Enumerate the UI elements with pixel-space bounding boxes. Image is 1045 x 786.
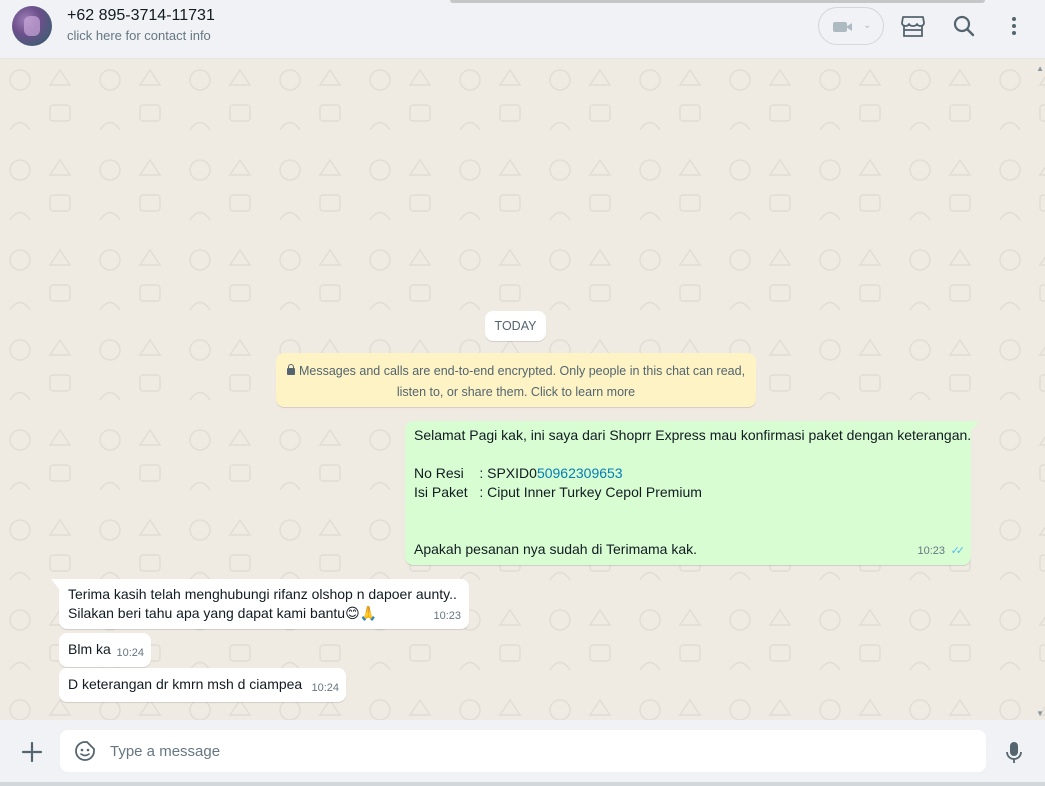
date-separator: TODAY [485, 311, 546, 341]
contact-avatar[interactable] [12, 6, 52, 46]
message-line-resi: No Resi : SPXID050962309653 [414, 464, 962, 483]
message-input[interactable] [110, 740, 970, 762]
menu-button[interactable] [1002, 13, 1026, 39]
bubble-tail [971, 421, 979, 441]
resi-number-link[interactable]: 50962309653 [537, 465, 623, 481]
message-line: Silakan beri tahu apa yang dapat kami ba… [68, 605, 378, 621]
shop-button[interactable] [900, 13, 926, 39]
message-input-box[interactable] [60, 730, 986, 772]
shop-icon [901, 16, 925, 37]
attach-button[interactable] [20, 740, 44, 764]
lock-icon [286, 364, 295, 375]
message-time: 10:24 [311, 682, 339, 694]
chevron-down-icon: ⌄ [863, 20, 872, 31]
search-button[interactable] [951, 13, 977, 39]
message-time: 10:24 [116, 647, 144, 659]
read-ticks-icon: ✓✓ [950, 545, 966, 557]
encryption-notice-text: Messages and calls are end-to-end encryp… [298, 364, 746, 399]
resi-label: No Resi : SPXID0 [414, 465, 537, 481]
compose-bar [0, 720, 1045, 782]
incoming-message[interactable]: Terima kasih telah menghubungi rifanz ol… [51, 579, 469, 629]
video-call-button[interactable]: ⌄ [818, 7, 884, 45]
contact-info-hint[interactable]: click here for contact info [67, 28, 211, 43]
message-time: 10:23 [433, 610, 461, 622]
incoming-message[interactable]: Blm ka 10:24 [59, 633, 151, 667]
bubble-tail [51, 579, 59, 589]
chat-header: +62 895-3714-11731 click here for contac… [0, 0, 1045, 59]
plus-icon [21, 741, 43, 763]
microphone-icon [1006, 742, 1022, 763]
scroll-up-arrow[interactable]: ▲ [1036, 64, 1044, 73]
message-time: 10:23 [917, 545, 945, 557]
video-call-icon [833, 22, 852, 32]
scroll-down-arrow[interactable]: ▼ [1036, 709, 1044, 718]
search-icon [953, 15, 975, 37]
incoming-message[interactable]: D keterangan dr kmrn msh d ciampea 10:24 [59, 668, 346, 702]
outgoing-message[interactable]: Selamat Pagi kak, ini saya dari Shoprr E… [405, 421, 979, 565]
sticker-icon[interactable] [74, 740, 96, 762]
message-text: D keterangan dr kmrn msh d ciampea [68, 676, 303, 692]
message-text: Blm ka [68, 641, 111, 657]
message-line: Selamat Pagi kak, ini saya dari Shoprr E… [414, 427, 972, 443]
voice-message-button[interactable] [1004, 740, 1024, 766]
menu-icon [1012, 17, 1016, 35]
message-line-paket: Isi Paket : Ciput Inner Turkey Cepol Pre… [414, 484, 702, 500]
message-line: Apakah pesanan nya sudah di Terimama kak… [414, 541, 698, 557]
message-line: Terima kasih telah menghubungi rifanz ol… [68, 586, 457, 602]
contact-name[interactable]: +62 895-3714-11731 [67, 7, 215, 25]
encryption-notice[interactable]: Messages and calls are end-to-end encryp… [276, 353, 756, 407]
overlay-shadow [450, 0, 985, 3]
chat-area[interactable]: ▲ ▼ TODAY Messages and calls are end-to-… [0, 60, 1045, 720]
window-bottom-border [0, 782, 1045, 786]
